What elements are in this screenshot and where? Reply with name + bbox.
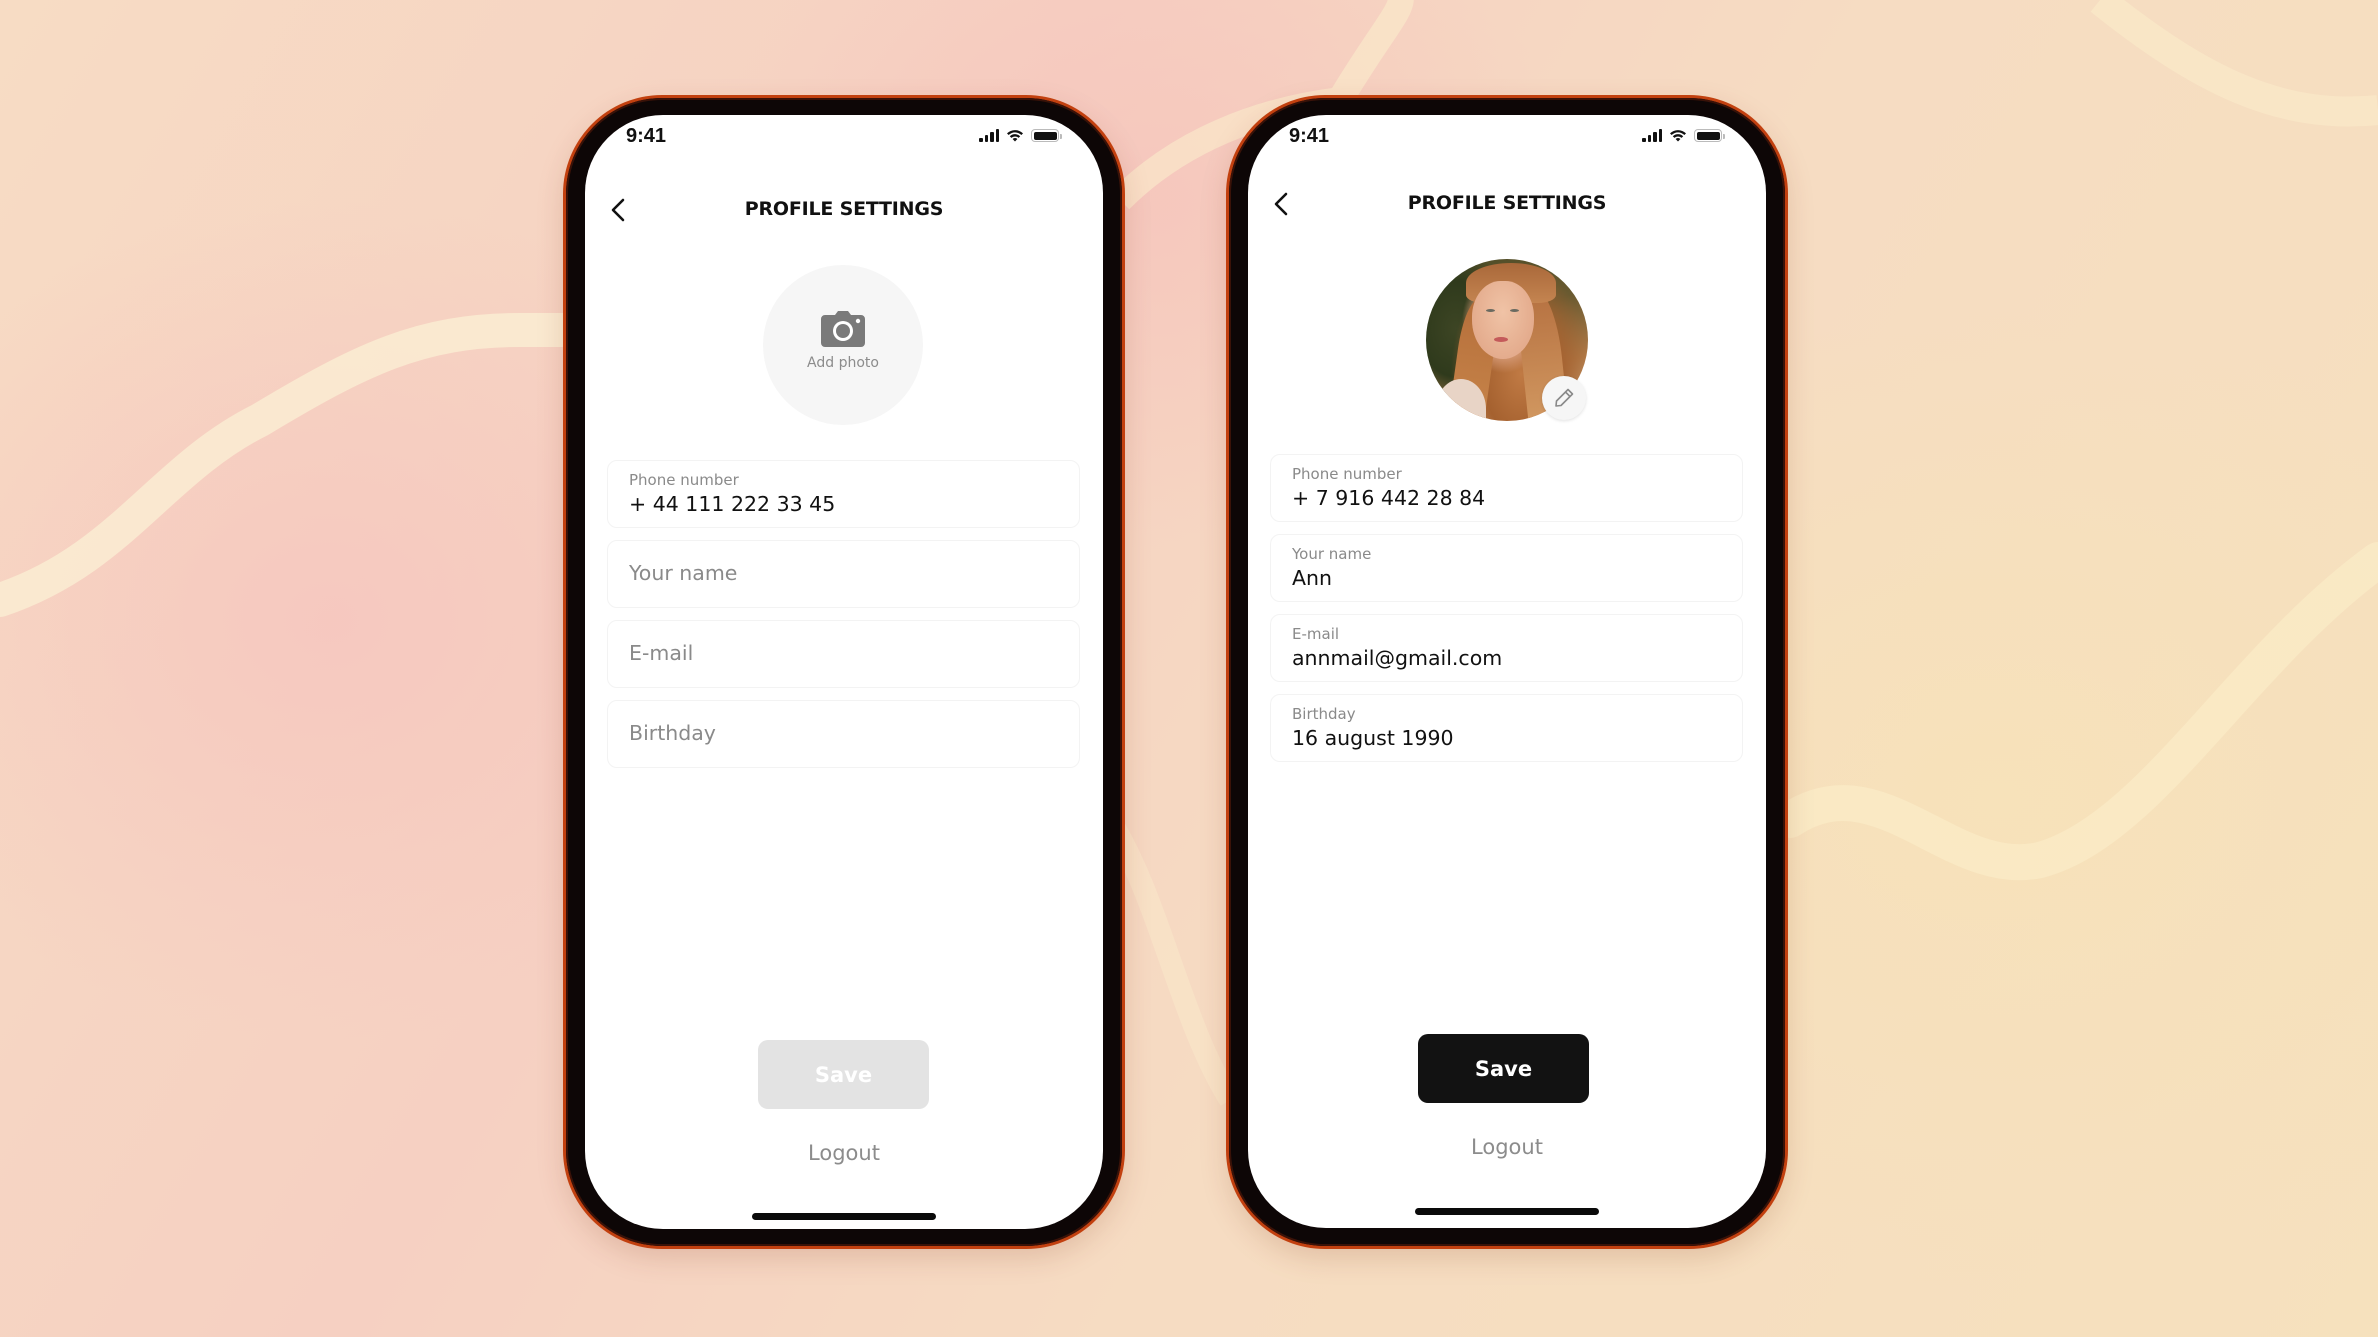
page-title: PROFILE SETTINGS (1407, 192, 1607, 214)
logout-link[interactable]: Logout (1248, 1135, 1766, 1159)
battery-icon (1694, 129, 1725, 142)
field-value: + 44 111 222 33 45 (629, 492, 836, 516)
pencil-icon (1555, 388, 1574, 407)
home-indicator[interactable] (752, 1213, 936, 1220)
field-placeholder: Birthday (629, 721, 716, 745)
field-value: Ann (1292, 566, 1333, 590)
email-field[interactable]: E-mail annmail@gmail.com (1270, 614, 1743, 682)
save-button-disabled[interactable]: Save (758, 1040, 929, 1109)
home-indicator[interactable] (1415, 1208, 1599, 1215)
cellular-signal-icon (979, 129, 999, 142)
avatar-container (1426, 259, 1588, 421)
phone-number-field[interactable]: Phone number + 44 111 222 33 45 (607, 460, 1080, 528)
field-label: Phone number (1292, 465, 1402, 483)
phone-mockup-filled: 9:41 PROFILE SETTINGS Phone number + 7 9… (1229, 98, 1785, 1246)
field-label: Phone number (629, 471, 739, 489)
field-label: E-mail (1292, 625, 1340, 643)
logout-link[interactable]: Logout (585, 1141, 1103, 1165)
birthday-field[interactable]: Birthday 16 august 1990 (1270, 694, 1743, 762)
cellular-signal-icon (1642, 129, 1662, 142)
birthday-field[interactable]: Birthday (607, 700, 1080, 768)
email-field[interactable]: E-mail (607, 620, 1080, 688)
field-value: annmail@gmail.com (1292, 646, 1503, 670)
status-time: 9:41 (626, 125, 667, 147)
page-title: PROFILE SETTINGS (744, 198, 944, 220)
status-time: 9:41 (1289, 125, 1330, 147)
status-icons (979, 129, 1062, 142)
edit-photo-button[interactable] (1542, 376, 1586, 420)
field-value: 16 august 1990 (1292, 726, 1454, 750)
battery-icon (1031, 129, 1062, 142)
add-photo-label: Add photo (807, 355, 879, 371)
save-button[interactable]: Save (1418, 1034, 1589, 1103)
phone-screen: 9:41 PROFILE SETTINGS (585, 115, 1103, 1229)
wifi-icon (1670, 130, 1686, 142)
name-field[interactable]: Your name Ann (1270, 534, 1743, 602)
field-placeholder: E-mail (629, 641, 694, 665)
field-label: Your name (1292, 545, 1372, 563)
phone-screen: 9:41 PROFILE SETTINGS (1248, 115, 1766, 1228)
add-photo-button[interactable]: Add photo (763, 265, 923, 425)
wifi-icon (1007, 130, 1023, 142)
field-label: Birthday (1292, 705, 1356, 723)
profile-form: Phone number + 7 916 442 28 84 Your name… (1270, 454, 1743, 774)
background-wave-decoration (0, 0, 2378, 1106)
phone-mockup-empty: 9:41 PROFILE SETTINGS Add photo Phone nu… (566, 98, 1122, 1246)
phone-number-field[interactable]: Phone number + 7 916 442 28 84 (1270, 454, 1743, 522)
camera-icon (821, 311, 865, 347)
field-placeholder: Your name (629, 561, 738, 585)
profile-form: Phone number + 44 111 222 33 45 Your nam… (607, 460, 1080, 780)
field-value: + 7 916 442 28 84 (1292, 486, 1486, 510)
name-field[interactable]: Your name (607, 540, 1080, 608)
status-icons (1642, 129, 1725, 142)
